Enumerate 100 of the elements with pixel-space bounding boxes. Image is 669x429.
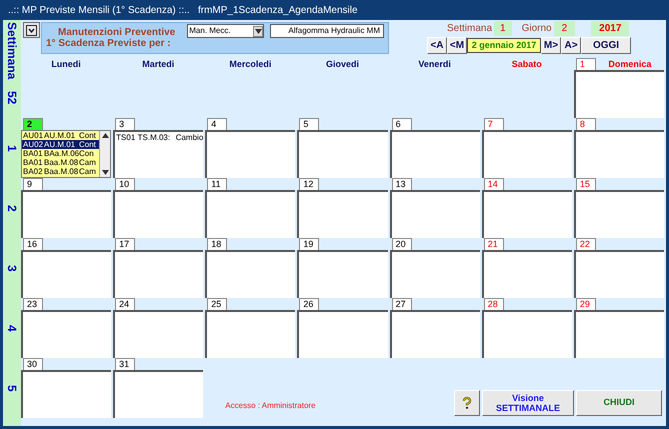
scrollbar[interactable] — [99, 131, 110, 177]
day-label: Giorno — [522, 22, 552, 36]
day-number-tab[interactable]: 20 — [392, 238, 412, 250]
question-mark-icon — [463, 397, 471, 409]
day-cell[interactable] — [390, 190, 480, 238]
day-cell[interactable] — [297, 310, 388, 358]
previous-month-button[interactable]: <M — [447, 37, 467, 54]
maintenance-list-item[interactable]: BA02 Baa.M.08Cam — [22, 167, 100, 176]
maintenance-list-item[interactable]: AU02AU.M.01 Cont — [22, 140, 100, 149]
filter-label: 1° Scadenza Previste per : — [46, 38, 172, 49]
maintenance-list-item[interactable]: AU01AU.M.01 Cont — [22, 131, 100, 140]
category-dropdown[interactable]: Man. Mecc. — [187, 24, 264, 38]
day-cell[interactable] — [205, 130, 296, 178]
close-button[interactable]: CHIUDI — [576, 390, 662, 416]
day-cell[interactable] — [390, 250, 480, 298]
day-cell[interactable] — [482, 250, 572, 298]
window-title: ..:: MP Previste Mensili (1° Scadenza) ::.. frmMP_1Scadenza_AgendaMensile — [7, 4, 359, 18]
maintenance-list-item[interactable]: BA01 Baa.M.08Cam — [22, 158, 100, 167]
day-cell[interactable] — [21, 190, 112, 238]
day-number-tab[interactable]: 28 — [484, 298, 504, 310]
day-number-tab[interactable]: 3 — [115, 118, 136, 130]
day-cell[interactable] — [113, 250, 204, 298]
maintenance-entry[interactable]: TS01 TS.M.03: Cambio — [115, 132, 204, 143]
day-number-tab[interactable]: 31 — [115, 358, 136, 370]
day-number-tab[interactable]: 22 — [576, 238, 596, 250]
weekly-view-button[interactable]: Visione SETTIMANALE — [482, 390, 574, 416]
weekday-label: Mercoledi — [228, 58, 272, 70]
week-label: Settimana — [447, 22, 492, 36]
day-number-tab[interactable]: 12 — [299, 178, 320, 190]
day-cell[interactable] — [113, 370, 204, 418]
day-number-tab[interactable]: 4 — [207, 118, 228, 130]
supplier-field[interactable]: Alfagomma Hydraulic MM — [270, 24, 384, 38]
day-number-tab[interactable]: 30 — [23, 358, 43, 370]
day-number-tab[interactable]: 18 — [207, 238, 228, 250]
next-year-button[interactable]: A> — [561, 37, 581, 54]
week-number: 5 — [4, 384, 20, 392]
day-number-tab[interactable]: 5 — [299, 118, 320, 130]
scroll-up-icon — [102, 133, 109, 138]
expand-button[interactable] — [23, 22, 40, 38]
day-cell[interactable] — [297, 250, 388, 298]
day-number-tab[interactable]: 26 — [299, 298, 320, 310]
week-number: 1 — [4, 144, 20, 152]
day-cell[interactable] — [574, 130, 664, 178]
week-value: 1 — [494, 20, 512, 36]
maintenance-list-item[interactable]: BA01 BAa.M.06Con — [22, 149, 100, 158]
day-number-tab[interactable]: 16 — [23, 238, 43, 250]
next-month-button[interactable]: M> — [541, 37, 561, 54]
previous-year-button[interactable]: <A — [427, 37, 447, 54]
day-cell[interactable] — [205, 250, 296, 298]
day-cell[interactable] — [390, 310, 480, 358]
day-number-tab[interactable]: 15 — [576, 178, 596, 190]
day-number-tab[interactable]: 21 — [484, 238, 504, 250]
day-number-tab[interactable]: 2 — [23, 118, 43, 130]
day-number-tab[interactable]: 11 — [207, 178, 228, 190]
day-number-tab[interactable]: 17 — [115, 238, 136, 250]
day-cell[interactable] — [21, 310, 112, 358]
day-cell[interactable] — [205, 190, 296, 238]
filter-label: Manutenzioni Preventive — [57, 27, 176, 38]
access-info: Accesso : Amministratore — [225, 400, 316, 412]
day-number-tab[interactable]: 8 — [576, 118, 596, 130]
day-number-tab[interactable]: 24 — [115, 298, 136, 310]
date-field[interactable]: 2 gennaio 2017 — [467, 38, 541, 53]
day-number-tab[interactable]: 29 — [576, 298, 596, 310]
day-number-tab[interactable]: 27 — [392, 298, 412, 310]
weekday-label: Domenica — [607, 58, 652, 70]
day-number-tab[interactable]: 6 — [392, 118, 412, 130]
day-number-tab[interactable]: 13 — [392, 178, 412, 190]
day-cell[interactable] — [574, 70, 664, 118]
week-number: 2 — [4, 204, 20, 212]
day-cell[interactable] — [574, 190, 664, 238]
help-button[interactable] — [454, 390, 480, 416]
today-button[interactable]: OGGI — [581, 37, 631, 54]
day-cell[interactable] — [482, 190, 572, 238]
day-number-tab[interactable]: 9 — [23, 178, 43, 190]
day-cell[interactable] — [574, 310, 664, 358]
day-cell[interactable] — [113, 190, 204, 238]
maintenance-listbox[interactable]: AU01AU.M.01 Cont AU02AU.M.01 Cont BA01 BAa.M.06Con BA01 Baa.M.08Cam BA02 Baa.M.08Cam — [21, 130, 112, 178]
day-number-tab[interactable]: 25 — [207, 298, 228, 310]
week-number: 3 — [4, 264, 20, 272]
weekday-label: Venerdi — [417, 58, 452, 70]
day-number-tab[interactable]: 19 — [299, 238, 320, 250]
day-cell[interactable] — [482, 130, 572, 178]
day-cell[interactable] — [390, 130, 480, 178]
day-cell[interactable] — [113, 310, 204, 358]
day-cell[interactable] — [297, 130, 388, 178]
day-number-tab[interactable]: 23 — [23, 298, 43, 310]
day-cell[interactable] — [21, 370, 112, 418]
day-number-tab[interactable]: 1 — [576, 58, 596, 70]
day-cell[interactable] — [482, 310, 572, 358]
day-cell[interactable]: TS01 TS.M.03: Cambio — [113, 130, 204, 178]
day-cell[interactable] — [21, 250, 112, 298]
day-cell[interactable] — [205, 310, 296, 358]
week-column-label: Settimana — [4, 22, 20, 80]
week-number: 4 — [4, 324, 20, 332]
day-cell[interactable] — [297, 190, 388, 238]
weekday-label: Martedi — [141, 58, 176, 70]
day-number-tab[interactable]: 7 — [484, 118, 504, 130]
day-cell[interactable] — [574, 250, 664, 298]
day-number-tab[interactable]: 14 — [484, 178, 504, 190]
day-number-tab[interactable]: 10 — [115, 178, 136, 190]
